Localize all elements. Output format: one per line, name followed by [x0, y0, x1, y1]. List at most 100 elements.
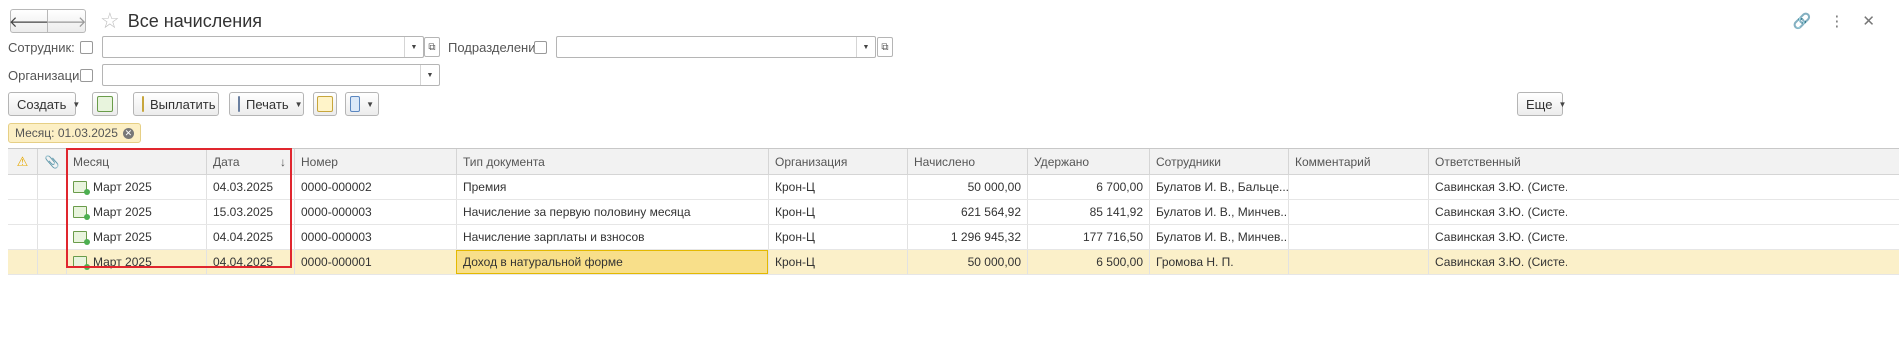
department-open-button[interactable]: ⧉ [877, 37, 893, 57]
warning-column-header[interactable]: ⚠ [8, 149, 37, 174]
employees-cell[interactable]: Булатов И. В., Бальце... [1149, 175, 1288, 199]
exchange-button[interactable]: ▼ [345, 92, 379, 116]
paperclip-icon: 📎 [44, 154, 60, 169]
column-header-responsible[interactable]: Ответственный [1428, 149, 1567, 174]
favorite-star-icon[interactable]: ☆ [100, 10, 120, 32]
month-cell[interactable]: Март 2025 [66, 175, 206, 199]
attachment-column-header[interactable]: 📎 [37, 149, 66, 174]
print-label: Печать [246, 96, 289, 112]
doc-type-cell[interactable]: Премия [456, 175, 768, 199]
employee-open-button[interactable]: ⧉ [424, 37, 440, 57]
add-document-icon [97, 96, 113, 112]
column-header-number[interactable]: Номер [294, 149, 456, 174]
organization-field[interactable]: ▼ [102, 64, 440, 86]
responsible-cell[interactable]: Савинская З.Ю. (Систе... [1428, 175, 1567, 199]
month-filter-tag[interactable]: Месяц: 01.03.2025 ✕ [8, 123, 141, 143]
accrued-cell[interactable]: 50 000,00 [907, 175, 1027, 199]
column-header-withheld[interactable]: Удержано [1027, 149, 1149, 174]
posted-document-icon [73, 256, 90, 270]
close-icon[interactable]: ✕ [1862, 12, 1875, 30]
chevron-down-icon[interactable]: ▼ [856, 37, 875, 57]
month-cell[interactable]: Март 2025 [66, 200, 206, 224]
more-vertical-icon[interactable]: ⋮ [1829, 12, 1844, 30]
comment-cell[interactable] [1288, 250, 1428, 274]
organization-filter-checkbox[interactable] [80, 69, 93, 82]
warning-cell [8, 250, 37, 274]
column-header-comment[interactable]: Комментарий [1288, 149, 1428, 174]
print-button[interactable]: Печать ▼ [229, 92, 304, 116]
column-header-date[interactable]: Дата ↓ [206, 149, 292, 174]
withheld-cell[interactable]: 6 500,00 [1027, 250, 1149, 274]
attachment-cell [37, 225, 66, 249]
employee-field[interactable]: ▼ [102, 36, 424, 58]
copy-document-button[interactable] [92, 92, 118, 116]
column-header-organization[interactable]: Организация [768, 149, 907, 174]
accrued-cell[interactable]: 1 296 945,32 [907, 225, 1027, 249]
date-header-label: Дата [213, 154, 240, 169]
more-button[interactable]: Еще ▼ [1517, 92, 1566, 116]
responsible-cell[interactable]: Савинская З.Ю. (Систе... [1428, 250, 1567, 274]
withheld-cell[interactable]: 85 141,92 [1027, 200, 1149, 224]
report-settings-button[interactable] [313, 92, 337, 116]
doc-type-cell-focused[interactable]: Доход в натуральной форме [456, 250, 768, 274]
accrued-cell[interactable]: 50 000,00 [907, 250, 1027, 274]
posted-document-icon [73, 206, 90, 220]
comment-cell[interactable] [1288, 200, 1428, 224]
chevron-down-icon: ▼ [72, 99, 81, 109]
column-header-doc-type[interactable]: Тип документа [456, 149, 768, 174]
organization-label: Организация: [8, 68, 91, 83]
doc-type-cell[interactable]: Начисление зарплаты и взносов [456, 225, 768, 249]
date-cell[interactable]: 04.03.2025 [206, 175, 292, 199]
link-icon[interactable]: 🔗 [1793, 12, 1812, 30]
chevron-down-icon[interactable]: ▼ [420, 65, 439, 85]
column-header-accrued[interactable]: Начислено [907, 149, 1027, 174]
department-field[interactable]: ▼ [556, 36, 876, 58]
responsible-cell[interactable]: Савинская З.Ю. (Систе... [1428, 225, 1567, 249]
back-button[interactable]: 🡐 [8, 9, 50, 33]
date-cell[interactable]: 04.04.2025 [206, 250, 292, 274]
employees-cell[interactable]: Громова Н. П. [1149, 250, 1288, 274]
printer-icon [238, 96, 240, 112]
column-header-month[interactable]: Месяц [66, 149, 206, 174]
comment-cell[interactable] [1288, 175, 1428, 199]
table-row-selected[interactable]: Март 2025 04.04.2025 0000-000001 Доход в… [8, 250, 1899, 275]
number-cell[interactable]: 0000-000003 [294, 225, 456, 249]
column-header-employees[interactable]: Сотрудники [1149, 149, 1288, 174]
organization-cell[interactable]: Крон-Ц [768, 225, 907, 249]
withheld-cell[interactable]: 177 716,50 [1027, 225, 1149, 249]
employee-filter-checkbox[interactable] [80, 41, 93, 54]
forward-button[interactable]: 🡒 [46, 9, 87, 33]
organization-cell[interactable]: Крон-Ц [768, 250, 907, 274]
date-cell[interactable]: 15.03.2025 [206, 200, 292, 224]
responsible-cell[interactable]: Савинская З.Ю. (Систе... [1428, 200, 1567, 224]
comment-cell[interactable] [1288, 225, 1428, 249]
chevron-down-icon: ▼ [294, 99, 303, 109]
month-cell[interactable]: Март 2025 [66, 225, 206, 249]
department-filter-checkbox[interactable] [534, 41, 547, 54]
number-cell[interactable]: 0000-000001 [294, 250, 456, 274]
exchange-icon [350, 96, 361, 112]
organization-cell[interactable]: Крон-Ц [768, 175, 907, 199]
arrow-left-icon: 🡐 [8, 13, 50, 31]
employees-cell[interactable]: Булатов И. В., Минчев... [1149, 225, 1288, 249]
table-row[interactable]: Март 2025 04.03.2025 0000-000002 Премия … [8, 175, 1899, 200]
number-cell[interactable]: 0000-000003 [294, 200, 456, 224]
table-row[interactable]: Март 2025 04.04.2025 0000-000003 Начисле… [8, 225, 1899, 250]
month-value: Март 2025 [93, 205, 152, 219]
month-value: Март 2025 [93, 230, 152, 244]
report-icon [317, 96, 333, 112]
documents-table: ⚠ 📎 Месяц Дата ↓ Номер Тип документа Орг… [8, 148, 1899, 275]
employees-cell[interactable]: Булатов И. В., Минчев... [1149, 200, 1288, 224]
pay-button[interactable]: Выплатить [133, 92, 219, 116]
organization-cell[interactable]: Крон-Ц [768, 200, 907, 224]
date-cell[interactable]: 04.04.2025 [206, 225, 292, 249]
clear-filter-icon[interactable]: ✕ [122, 127, 134, 139]
month-cell[interactable]: Март 2025 [66, 250, 206, 274]
doc-type-cell[interactable]: Начисление за первую половину месяца [456, 200, 768, 224]
table-row[interactable]: Март 2025 15.03.2025 0000-000003 Начисле… [8, 200, 1899, 225]
accrued-cell[interactable]: 621 564,92 [907, 200, 1027, 224]
chevron-down-icon[interactable]: ▼ [404, 37, 423, 57]
withheld-cell[interactable]: 6 700,00 [1027, 175, 1149, 199]
number-cell[interactable]: 0000-000002 [294, 175, 456, 199]
create-button[interactable]: Создать ▼ [8, 92, 80, 116]
